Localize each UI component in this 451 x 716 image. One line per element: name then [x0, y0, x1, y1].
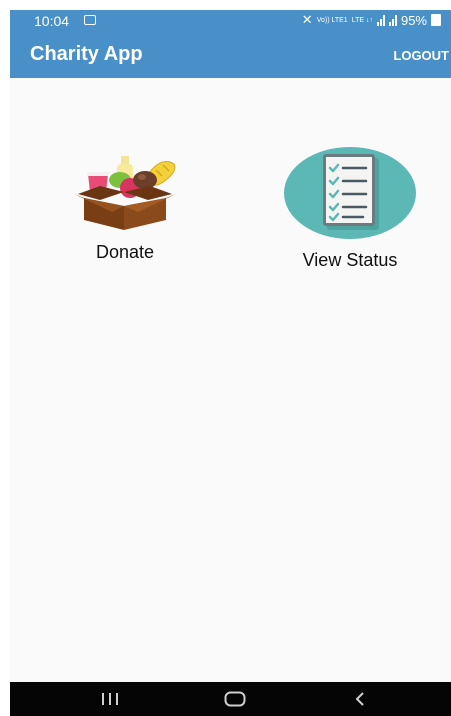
- back-icon: [355, 692, 364, 706]
- system-nav-bar: [10, 682, 451, 716]
- recent-apps-icon: [102, 693, 118, 705]
- signal-icon: [376, 14, 385, 26]
- app-screen: 10:04 ✕ Vo)) LTE1 LTE ↓↑ 95% Charity App…: [10, 10, 451, 716]
- view-status-button[interactable]: View Status: [280, 146, 420, 271]
- donate-button[interactable]: Donate: [70, 150, 180, 263]
- logout-button[interactable]: LOGOUT: [393, 48, 449, 63]
- network-label-1: Vo)) LTE1: [316, 16, 348, 24]
- status-bar: 10:04 ✕ Vo)) LTE1 LTE ↓↑ 95%: [10, 10, 451, 32]
- app-bar: Charity App LOGOUT: [10, 32, 451, 78]
- mute-icon: ✕: [301, 12, 313, 27]
- signal-icon-2: [388, 14, 397, 26]
- battery-icon: [431, 14, 441, 26]
- checklist-icon: [284, 147, 416, 239]
- home-icon: [224, 691, 246, 707]
- network-label-2: LTE ↓↑: [351, 16, 373, 24]
- app-title: Charity App: [30, 43, 143, 65]
- battery-percentage: 95%: [400, 12, 427, 28]
- donation-box-icon: [74, 156, 176, 230]
- status-time: 10:04: [34, 13, 70, 29]
- screenshot-notification-icon: [84, 15, 96, 25]
- back-button[interactable]: [330, 682, 390, 716]
- home-button[interactable]: [205, 682, 265, 716]
- status-indicators: ✕ Vo)) LTE1 LTE ↓↑ 95%: [302, 12, 441, 28]
- view-status-label: View Status: [302, 250, 398, 270]
- recent-apps-button[interactable]: [80, 682, 140, 716]
- donate-label: Donate: [95, 242, 155, 262]
